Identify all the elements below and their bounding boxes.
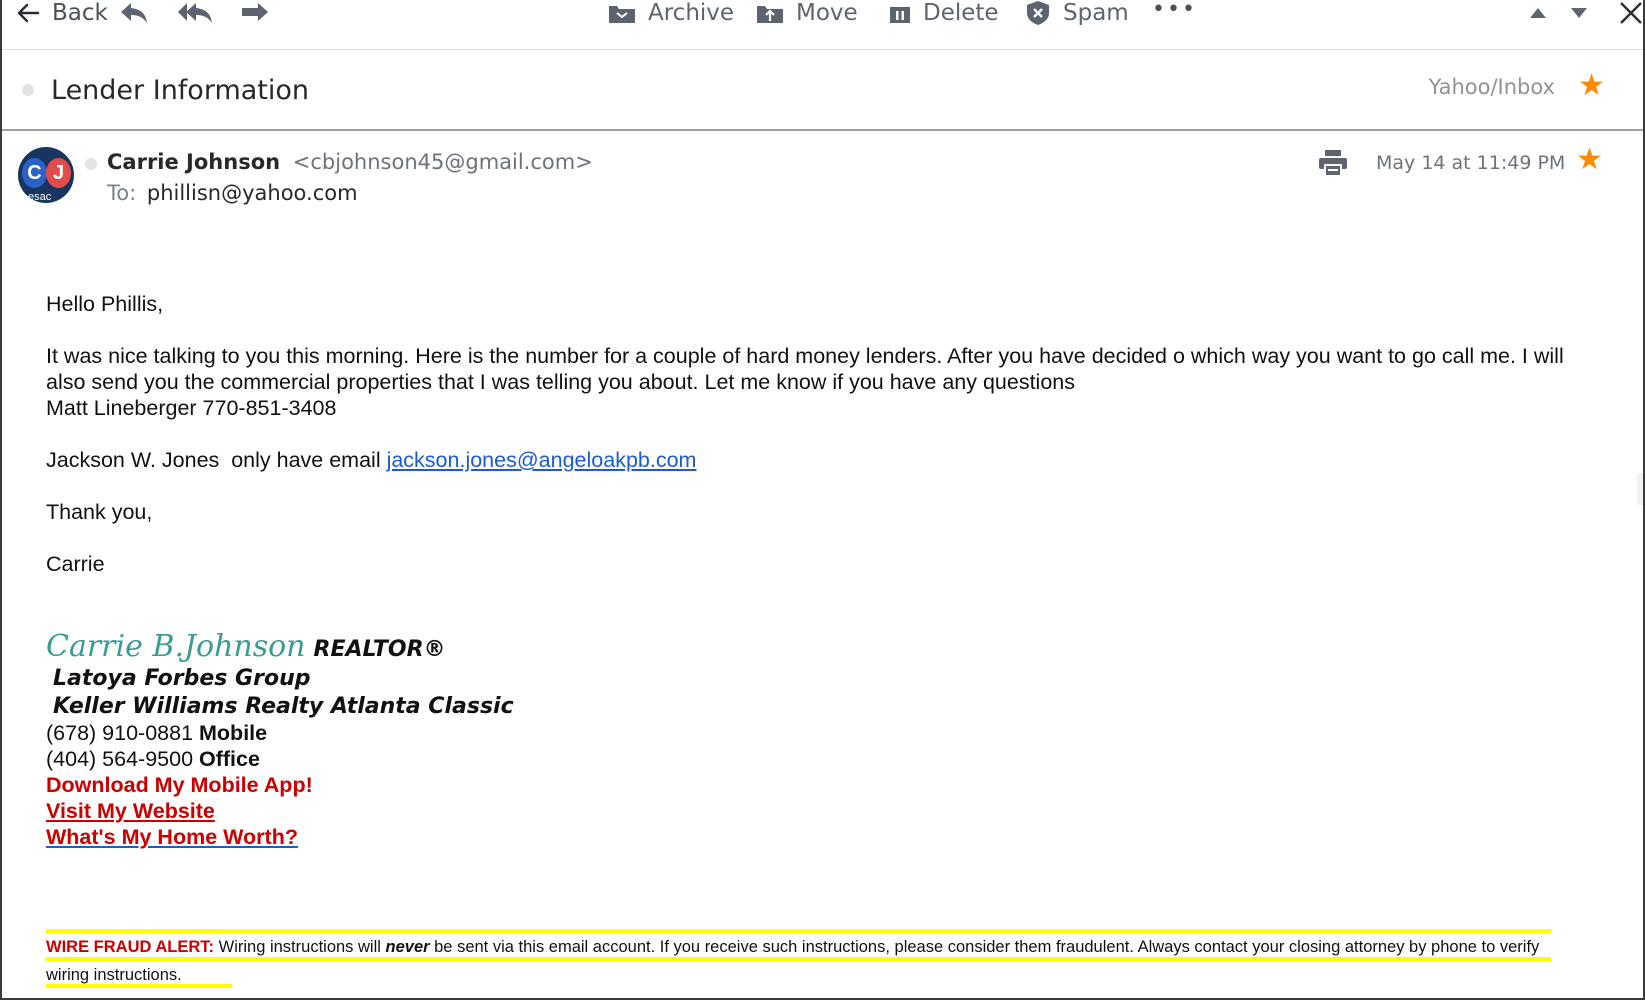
jackson-email-link[interactable]: jackson.jones@angeloakpb.com [387,448,697,472]
avatar-initial-j: J [46,158,71,188]
move-button[interactable]: Move [756,0,858,26]
spam-label: Spam [1063,0,1129,26]
office-number[interactable]: (404) 564-9500 [46,747,193,771]
archive-icon [609,6,635,23]
delete-icon [890,7,910,23]
move-label: Move [796,0,858,26]
to-label: To: [107,181,137,205]
signature-office: (404) 564-9500 Office [46,747,260,772]
signature-name: Carrie B.Johnson [46,629,306,664]
toolbar: Back Archive Move Delete Spam ••• [2,0,1643,50]
folder-breadcrumb[interactable]: Yahoo/Inbox [1429,75,1555,99]
close-button[interactable] [1619,0,1643,26]
reply-all-icon [178,3,212,23]
reply-icon [121,3,147,23]
move-icon [757,6,783,23]
thanks: Thank you, [46,500,153,524]
prev-message-button[interactable] [1528,0,1548,26]
print-button[interactable] [1318,149,1348,182]
alert-title: WIRE FRAUD ALERT: [46,938,215,956]
signature-name-line: Carrie B.Johnson REALTOR® [46,629,446,664]
archive-label: Archive [648,0,735,26]
sender-email[interactable]: <cbjohnson45@gmail.com> [293,150,593,174]
lender-matt: Matt Lineberger 770-851-3408 [46,396,337,420]
next-message-icon [1571,8,1587,18]
spam-button[interactable]: Spam [1025,0,1129,26]
sign-off: Carrie [46,552,105,576]
email-window: Back Archive Move Delete Spam ••• Lender… [0,0,1645,1000]
mobile-label: Mobile [199,721,268,745]
home-worth-link[interactable]: What's My Home Worth? [46,825,298,850]
archive-button[interactable]: Archive [608,0,734,26]
lender-jackson: Jackson W. Jones only have email jackson… [46,447,1606,473]
mobile-number[interactable]: (678) 910-0881 [46,721,193,745]
more-button[interactable]: ••• [1152,0,1197,22]
forward-button[interactable] [240,0,270,26]
body-paragraph: It was nice talking to you this morning.… [46,344,1564,394]
back-arrow-icon [17,3,40,23]
wire-fraud-alert: WIRE FRAUD ALERT: Wiring instructions wi… [46,933,1551,989]
website-link[interactable]: Visit My Website [46,799,215,824]
subject-bar: Lender Information Yahoo/Inbox ★ [2,51,1643,131]
unread-indicator[interactable] [22,84,34,96]
signature-company: Keller Williams Realty Atlanta Classic [53,694,514,719]
signature-mobile: (678) 910-0881 Mobile [46,721,267,746]
alert-emphasis: never [385,938,430,956]
sender-name[interactable]: Carrie Johnson [107,150,280,174]
lender-jackson-text: Jackson W. Jones only have email [46,448,387,472]
avatar-text: esac [28,191,52,203]
delete-label: Delete [923,0,999,26]
signature-group: Latoya Forbes Group [53,666,311,691]
office-label: Office [199,747,260,771]
next-message-button[interactable] [1569,0,1589,26]
recipients: To: phillisn@yahoo.com [107,181,358,205]
reply-button[interactable] [119,0,149,26]
prev-message-icon [1530,8,1546,18]
back-button[interactable]: Back [16,0,108,26]
scrollbar-handle[interactable] [1637,473,1643,505]
reply-all-button[interactable] [177,0,213,26]
more-icon: ••• [1152,0,1197,22]
spam-icon [1027,1,1049,25]
avatar: C J esac [18,147,74,203]
alert-text-before: Wiring instructions will [214,938,386,956]
print-icon [1319,150,1347,177]
message-date: May 14 at 11:49 PM [1376,152,1566,174]
delete-button[interactable]: Delete [889,0,999,26]
greeting: Hello Phillis, [46,292,164,316]
read-indicator[interactable] [85,158,97,170]
forward-icon [242,3,268,21]
back-label: Back [52,0,108,26]
star-icon[interactable]: ★ [1578,71,1605,101]
recipient-email[interactable]: phillisn@yahoo.com [147,181,358,205]
close-icon [1620,2,1642,24]
signature-title: REALTOR® [313,637,446,662]
avatar-initial-c: C [22,158,47,188]
mobile-app-link[interactable]: Download My Mobile App! [46,773,313,798]
sender: Carrie Johnson <cbjohnson45@gmail.com> [107,150,593,174]
star-icon[interactable]: ★ [1576,145,1603,175]
message-subject: Lender Information [51,75,310,106]
